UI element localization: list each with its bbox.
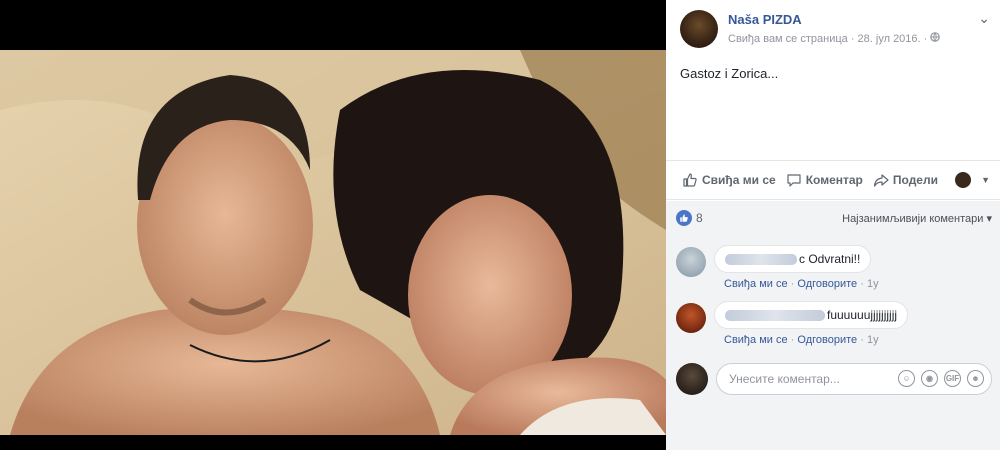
sticker-icon[interactable]: ☻ (967, 370, 984, 387)
commenter-name-blurred[interactable] (725, 253, 797, 265)
share-icon (873, 174, 889, 187)
comment-icon (787, 174, 801, 187)
share-button[interactable]: Подели (873, 172, 938, 188)
comment-label: Коментар (805, 173, 863, 187)
globe-icon (930, 32, 941, 45)
gif-icon[interactable]: GIF (944, 370, 961, 387)
comment-composer: Унесите коментар... ☺ ◉ GIF ☻ (676, 363, 992, 395)
share-label: Подели (892, 173, 938, 187)
comment-actions: Свиђа ми се · Одговорите · 1y (724, 278, 879, 290)
post-meta: Свиђа вам се страница · 28. јул 2016. · (728, 32, 941, 45)
comment-bubble: c Odvratni!! (714, 245, 872, 273)
like-button[interactable]: Свиђа ми се (682, 172, 776, 188)
commenter-name-blurred[interactable] (725, 309, 825, 321)
comment-reply-link[interactable]: Одговорите (797, 278, 857, 290)
comment-text: fuuuuuujjjjjjjjjj (827, 308, 898, 322)
like-label: Свиђа ми се (702, 173, 776, 187)
page-name-link[interactable]: Naša PIZDA (728, 12, 802, 27)
post-actions-bar: Свиђа ми се Коментар Подели ▼ (666, 160, 1000, 200)
comment-actions: Свиђа ми се · Одговорите · 1y (724, 334, 879, 346)
photo-viewer (0, 0, 666, 450)
composer-icons: ☺ ◉ GIF ☻ (898, 370, 984, 387)
camera-icon[interactable]: ◉ (921, 370, 938, 387)
reaction-count[interactable]: 8 (696, 211, 703, 225)
comment-age[interactable]: 1y (867, 278, 879, 290)
post-sidebar: Naša PIZDA Свиђа вам се страница · 28. ј… (666, 0, 1000, 450)
reactions-row: 8 Најзанимљивији коментари ▾ (676, 209, 992, 227)
post-photo[interactable] (0, 50, 666, 435)
comment-like-link[interactable]: Свиђа ми се (724, 334, 788, 346)
post-caption: Gastoz i Zorica... (680, 66, 779, 81)
comment-sort-dropdown[interactable]: Најзанимљивији коментари ▾ (842, 212, 992, 225)
comment-bubble: fuuuuuujjjjjjjjjj (714, 301, 909, 329)
post-meta-text: Свиђа вам се страница · 28. јул 2016. · (728, 33, 928, 45)
photo-content (0, 50, 666, 435)
comment-age[interactable]: 1y (867, 334, 879, 346)
caret-down-icon[interactable]: ▼ (981, 175, 990, 185)
current-user-avatar (676, 363, 708, 395)
comment-reply-link[interactable]: Одговорите (797, 334, 857, 346)
page-avatar[interactable] (680, 10, 718, 48)
comments-section: 8 Најзанимљивији коментари ▾ c Odvratni!… (666, 201, 1000, 450)
thumbs-up-icon (683, 173, 697, 187)
emoji-icon[interactable]: ☺ (898, 370, 915, 387)
comment-like-link[interactable]: Свиђа ми се (724, 278, 788, 290)
like-reaction-icon[interactable] (676, 210, 692, 226)
commenter-avatar[interactable] (676, 303, 706, 333)
comment-text: c Odvratni!! (799, 252, 861, 266)
chevron-down-icon[interactable]: ⌄ (978, 10, 990, 27)
profile-selector-avatar[interactable] (955, 172, 972, 188)
post-header: Naša PIZDA Свиђа вам се страница · 28. ј… (680, 10, 990, 50)
comment-button[interactable]: Коментар (786, 172, 863, 188)
commenter-avatar[interactable] (676, 247, 706, 277)
